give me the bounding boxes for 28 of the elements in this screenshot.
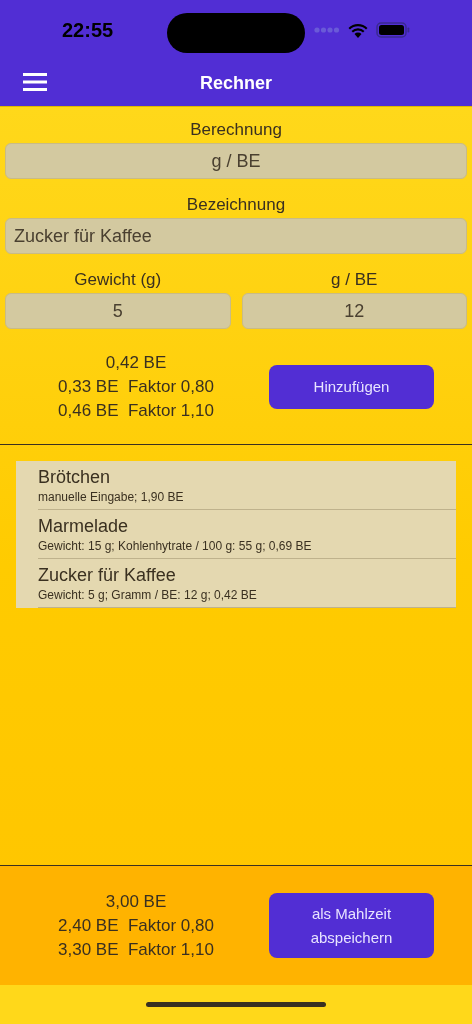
- item-detail: Gewicht: 5 g; Gramm / BE: 12 g; 0,42 BE: [38, 587, 258, 603]
- item-title[interactable]: Brötchen: [38, 465, 456, 489]
- save-meal-button[interactable]: als Mahlzeit abspeichern: [269, 893, 434, 958]
- item-title[interactable]: Marmelade: [38, 514, 456, 538]
- total-be: 0,42 BE: [105, 352, 167, 374]
- input-field[interactable]: 5: [5, 293, 231, 329]
- wifi-icon: [348, 22, 368, 38]
- item-detail: manuelle Eingabe; 1,90 BE: [38, 489, 185, 505]
- signal-icon: [314, 27, 340, 33]
- field-label: Bezeichnung: [185, 194, 287, 216]
- factor-line: 0,33 BE Faktor 0,80: [58, 376, 214, 398]
- input-field[interactable]: Zucker für Kaffee: [5, 218, 467, 254]
- field-label: Berechnung: [189, 119, 283, 141]
- menu-icon[interactable]: [23, 73, 47, 91]
- input-field[interactable]: g / BE: [5, 143, 467, 179]
- add-button[interactable]: Hinzufügen: [269, 365, 434, 409]
- item-detail: Gewicht: 15 g; Kohlenhytrate / 100 g: 55 g; 0,69 BE: [38, 538, 313, 554]
- total-be: 3,00 BE: [105, 890, 167, 913]
- item-title[interactable]: Zucker für Kaffee: [38, 563, 456, 587]
- page-title: Rechner: [200, 71, 272, 95]
- factor-line: 0,46 BE Faktor 1,10: [58, 400, 214, 422]
- factor-line: 2,40 BE Faktor 0,80: [58, 914, 214, 937]
- field-label: g / BE: [330, 269, 379, 291]
- status-time: 22:55: [62, 18, 114, 43]
- battery-icon: [376, 22, 410, 38]
- input-field[interactable]: 12: [241, 293, 467, 329]
- factor-line: 3,30 BE Faktor 1,10: [58, 938, 214, 961]
- field-label: Gewicht (g): [73, 269, 163, 291]
